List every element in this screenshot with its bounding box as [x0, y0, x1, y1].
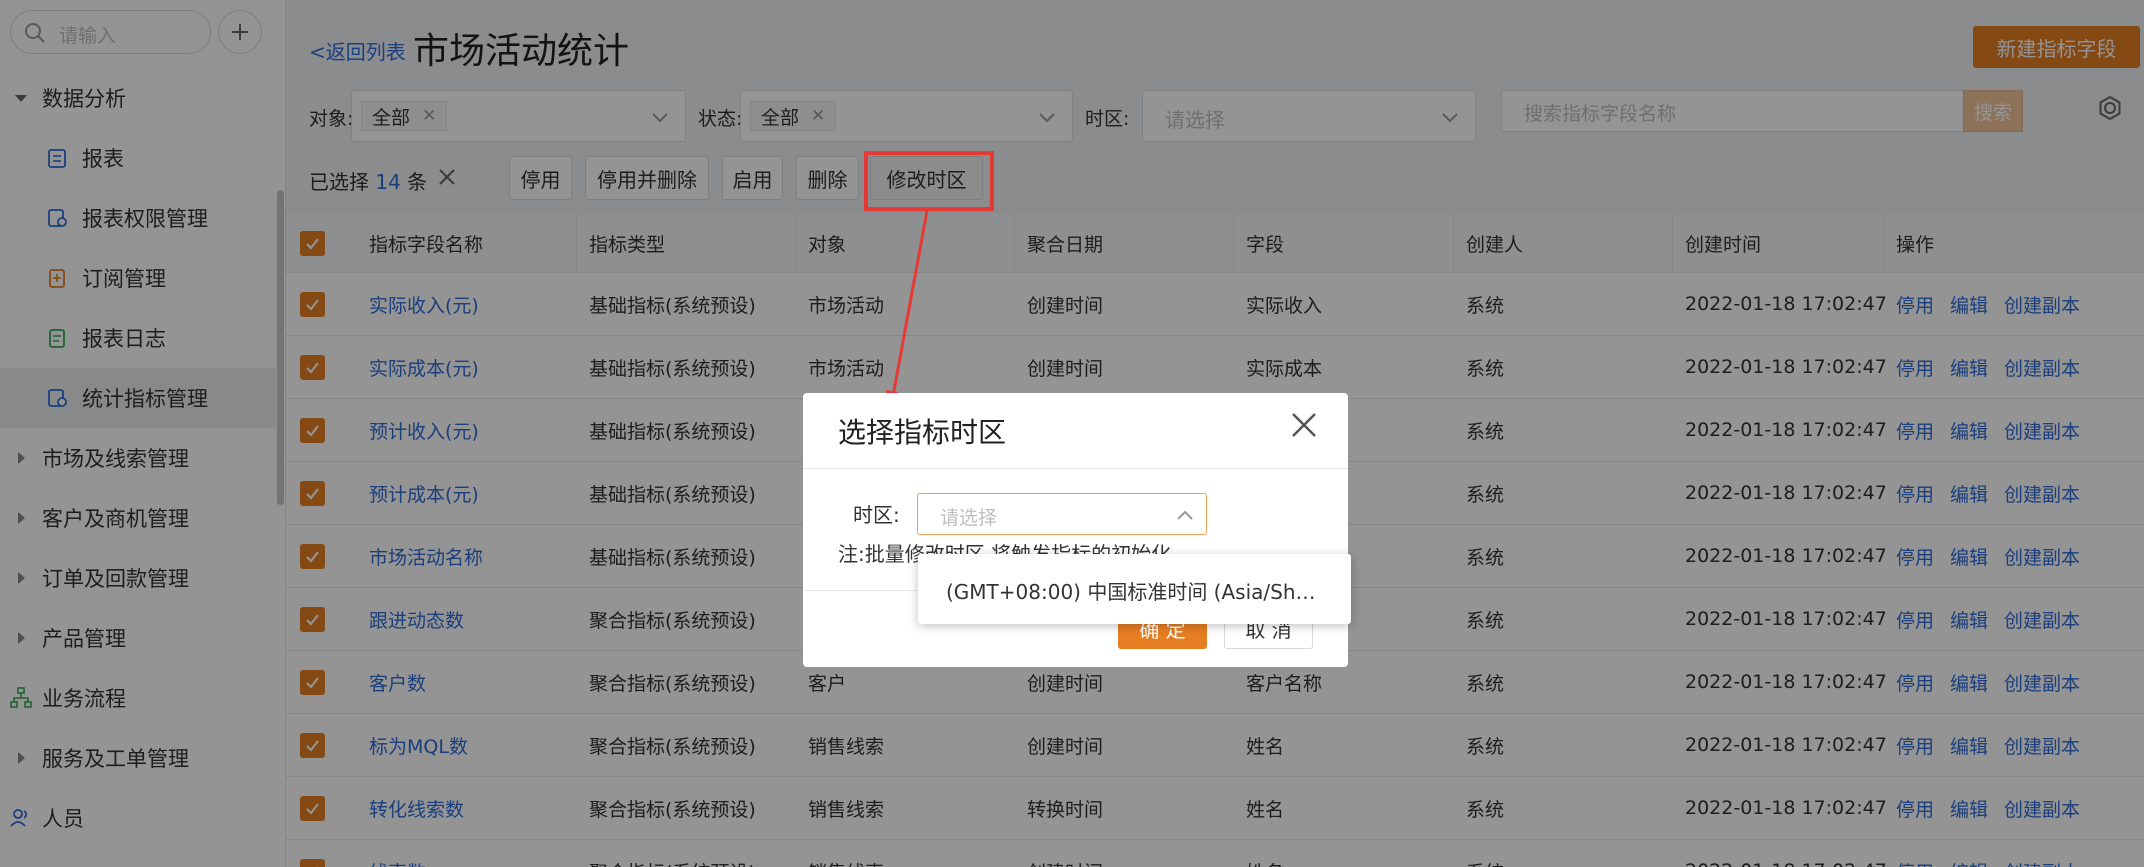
modal-timezone-placeholder: 请选择	[940, 507, 998, 529]
timezone-dropdown: (GMT+08:00) 中国标准时间 (Asia/Sh…	[918, 554, 1351, 624]
chevron-up-icon	[1176, 508, 1194, 522]
modal-timezone-select[interactable]: 请选择	[917, 493, 1207, 535]
modal-timezone-label: 时区:	[853, 503, 900, 527]
modal-header-divider	[803, 468, 1348, 469]
close-icon[interactable]	[1290, 411, 1318, 439]
timezone-option[interactable]: (GMT+08:00) 中国标准时间 (Asia/Sh…	[946, 576, 1316, 605]
timezone-modal: 选择指标时区 时区: 请选择 注:批量修改时区,将触发指标的初始化 确 定 取 …	[803, 393, 1348, 667]
modal-title: 选择指标时区	[838, 416, 1007, 449]
